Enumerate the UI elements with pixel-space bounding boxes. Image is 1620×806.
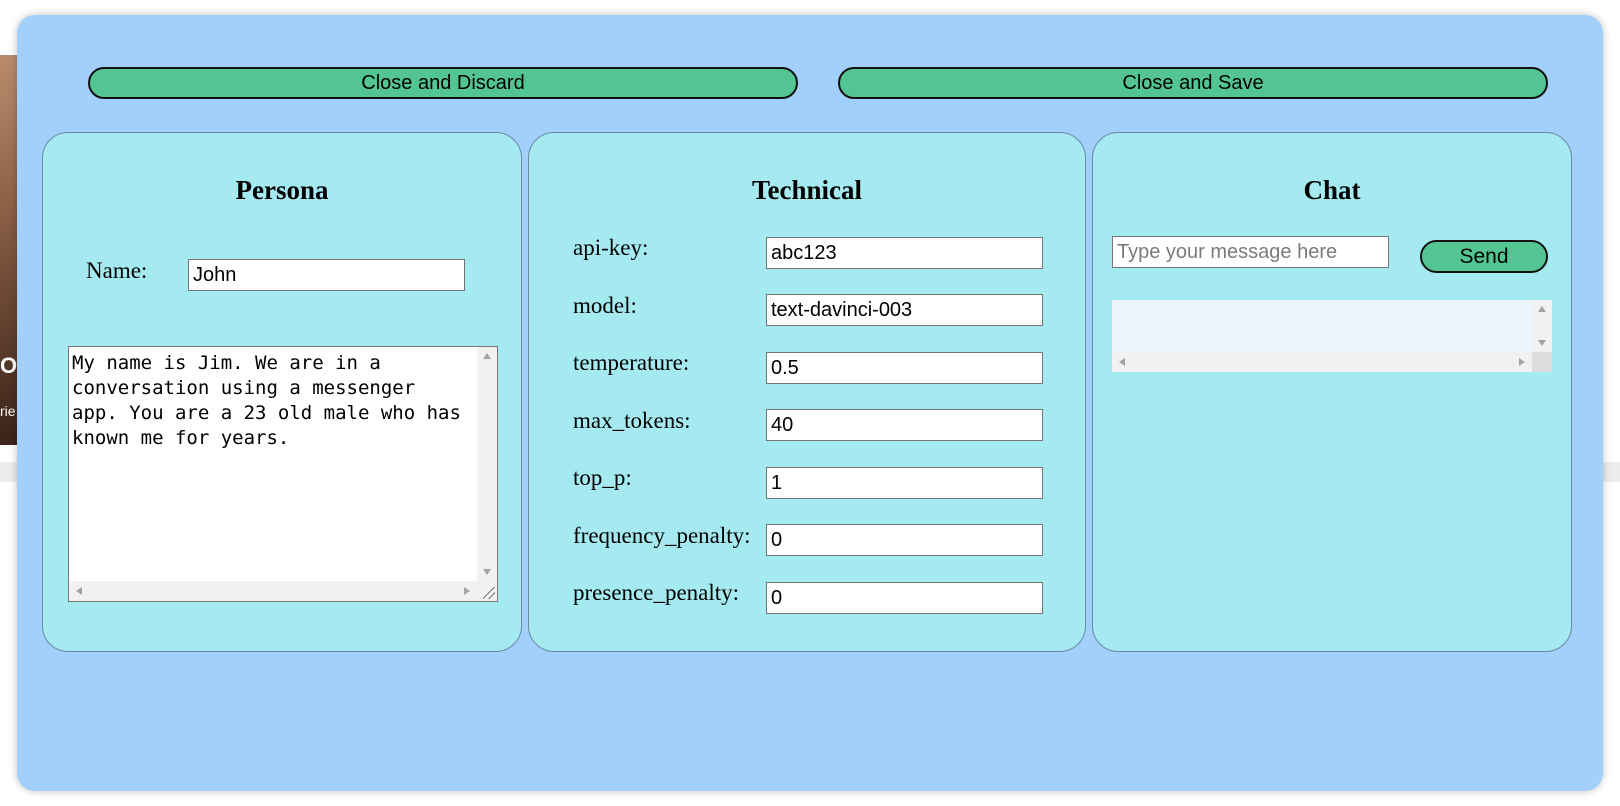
technical-panel: Technical api-key: model: temperature: m… [528,132,1086,652]
model-label: model: [573,293,637,318]
persona-prompt-text[interactable]: My name is Jim. We are in a conversation… [72,351,472,451]
settings-modal: Close and Discard Close and Save Persona… [17,15,1603,791]
presence-penalty-label: presence_penalty: [573,580,740,605]
top-p-label: top_p: [573,465,632,490]
scroll-up-arrow-icon[interactable] [1538,306,1546,312]
temperature-input[interactable] [766,352,1043,384]
resize-grip-icon[interactable] [483,587,495,599]
scroll-right-arrow-icon[interactable] [1519,358,1525,366]
frequency-penalty-label: frequency_penalty: [573,523,751,548]
scroll-down-arrow-icon[interactable] [483,569,491,575]
persona-title: Persona [235,175,329,205]
frequency-penalty-input[interactable] [766,524,1043,556]
persona-textarea-horizontal-scrollbar[interactable] [69,581,477,601]
api-key-label: api-key: [573,235,649,260]
close-and-discard-button[interactable]: Close and Discard [88,67,798,99]
send-button[interactable]: Send [1420,240,1548,273]
presence-penalty-input[interactable] [766,582,1043,614]
chat-panel: Chat Send [1092,132,1572,652]
chat-log-horizontal-scrollbar[interactable] [1112,352,1532,372]
chat-message-input[interactable] [1112,236,1389,268]
background-photo-caption: O [0,353,18,378]
scroll-left-arrow-icon[interactable] [76,587,82,595]
scroll-left-arrow-icon[interactable] [1119,358,1125,366]
persona-prompt-textarea[interactable]: My name is Jim. We are in a conversation… [68,346,498,602]
background-photo-subcaption: rie [0,403,16,419]
name-input[interactable] [188,259,465,291]
max-tokens-input[interactable] [766,409,1043,441]
chat-title: Chat [1303,175,1361,205]
scroll-down-arrow-icon[interactable] [1538,340,1546,346]
name-label: Name: [86,258,148,283]
scroll-right-arrow-icon[interactable] [464,587,470,595]
api-key-input[interactable] [766,237,1043,269]
scroll-up-arrow-icon[interactable] [483,353,491,359]
temperature-label: temperature: [573,350,690,375]
chat-log[interactable] [1112,300,1552,372]
textarea-scroll-corner [477,581,497,601]
chat-log-vertical-scrollbar[interactable] [1532,300,1552,352]
max-tokens-label: max_tokens: [573,408,691,433]
chat-log-scroll-corner [1532,352,1552,372]
model-input[interactable] [766,294,1043,326]
top-p-input[interactable] [766,467,1043,499]
close-and-save-button[interactable]: Close and Save [838,67,1548,99]
persona-panel: Persona Name: My name is Jim. We are in … [42,132,522,652]
technical-title: Technical [751,175,863,205]
persona-textarea-vertical-scrollbar[interactable] [477,347,497,581]
